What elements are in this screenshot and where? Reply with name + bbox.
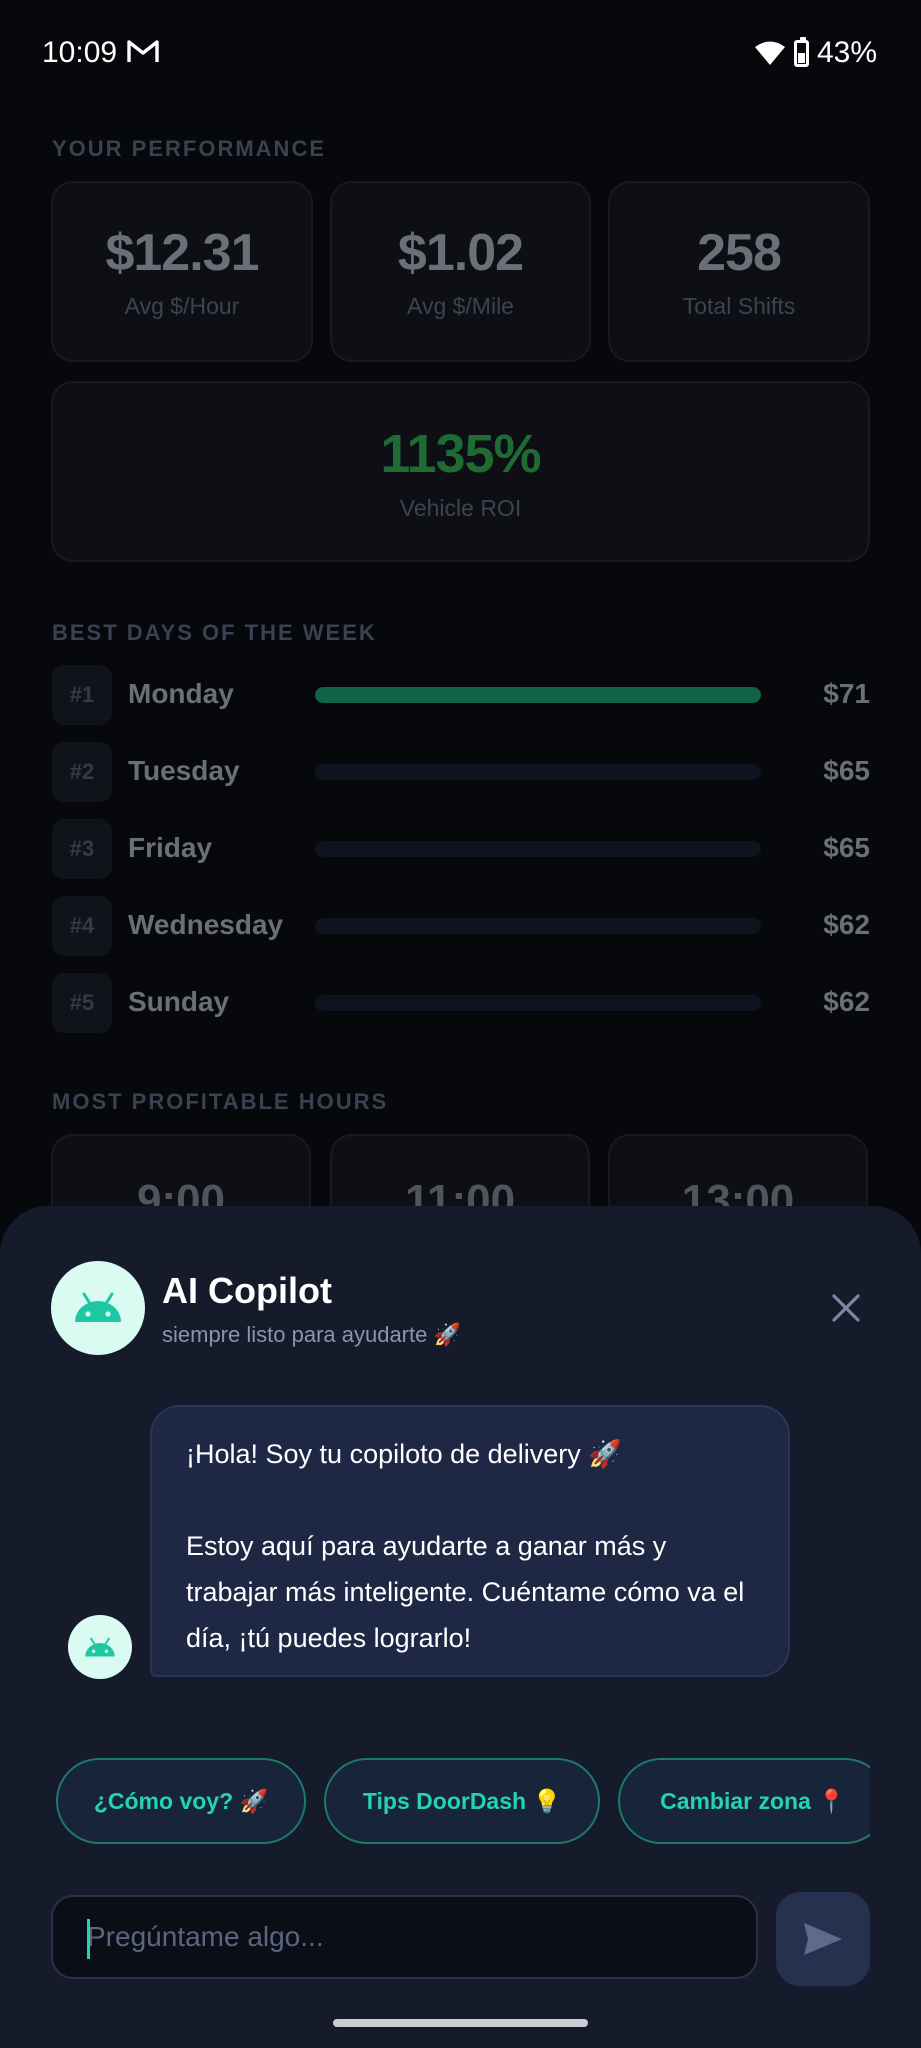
best-day-row: #5 Sunday $62	[52, 973, 870, 1033]
rank-badge: #5	[52, 973, 112, 1033]
rank-badge: #2	[52, 742, 112, 802]
day-name: Sunday	[128, 986, 230, 1017]
message-greeting: ¡Hola! Soy tu copiloto de delivery 🚀	[186, 1439, 622, 1469]
total-shifts-label: Total Shifts	[682, 293, 796, 319]
day-bar	[315, 841, 761, 857]
roi-value: 1135%	[380, 424, 541, 484]
chip-como-voy[interactable]: ¿Cómo voy? 🚀	[56, 1758, 306, 1844]
assistant-message-bubble: ¡Hola! Soy tu copiloto de delivery 🚀 Est…	[150, 1405, 790, 1677]
quick-reply-chips: ¿Cómo voy? 🚀 Tips DoorDash 💡 Cambiar zon…	[56, 1758, 870, 1848]
android-icon	[85, 1637, 115, 1656]
best-day-row: #1 Monday $71	[52, 665, 870, 725]
copilot-avatar	[51, 1261, 145, 1355]
avg-mile-label: Avg $/Mile	[407, 293, 514, 319]
chip-tips-doordash[interactable]: Tips DoorDash 💡	[324, 1758, 600, 1844]
assistant-avatar	[68, 1615, 132, 1679]
best-day-row: #4 Wednesday $62	[52, 896, 870, 956]
message-input[interactable]	[53, 1897, 756, 1977]
avg-mile-value: $1.02	[397, 224, 524, 282]
ai-copilot-sheet: AI Copilot siempre listo para ayudarte 🚀…	[0, 1206, 921, 2048]
day-amount: $71	[823, 678, 870, 709]
day-bar	[315, 918, 761, 934]
text-cursor	[87, 1919, 90, 1959]
send-button[interactable]	[776, 1892, 870, 1986]
day-amount: $62	[823, 909, 870, 940]
avg-mile-card: $1.02 Avg $/Mile	[330, 181, 591, 362]
avg-hour-label: Avg $/Hour	[124, 293, 240, 319]
day-name: Monday	[128, 678, 234, 709]
avg-hour-card: $12.31 Avg $/Hour	[51, 181, 313, 362]
rank-badge: #3	[52, 819, 112, 879]
copilot-title: AI Copilot	[162, 1270, 332, 1311]
avg-hour-value: $12.31	[105, 224, 259, 282]
message-body: Estoy aquí para ayudarte a ganar más y t…	[186, 1531, 745, 1653]
best-day-row: #3 Friday $65	[52, 819, 870, 879]
home-indicator[interactable]	[333, 2019, 588, 2027]
rank-badge: #4	[52, 896, 112, 956]
day-bar	[315, 995, 761, 1011]
performance-section-title: YOUR PERFORMANCE	[52, 136, 327, 161]
chip-cambiar-zona[interactable]: Cambiar zona 📍	[618, 1758, 870, 1844]
close-icon[interactable]	[826, 1288, 866, 1328]
day-amount: $65	[823, 832, 870, 863]
day-bar-fill	[315, 687, 761, 703]
day-amount: $62	[823, 986, 870, 1017]
day-name: Wednesday	[128, 909, 284, 940]
day-bar	[315, 687, 761, 703]
day-bar	[315, 764, 761, 780]
day-name: Tuesday	[128, 755, 240, 786]
roi-label: Vehicle ROI	[399, 495, 522, 521]
rank-badge: #1	[52, 665, 112, 725]
message-input-container	[51, 1895, 758, 1979]
copilot-subtitle: siempre listo para ayudarte 🚀	[162, 1322, 461, 1347]
total-shifts-card: 258 Total Shifts	[608, 181, 870, 362]
best-day-row: #2 Tuesday $65	[52, 742, 870, 802]
android-icon	[75, 1292, 121, 1322]
day-amount: $65	[823, 755, 870, 786]
day-name: Friday	[128, 832, 213, 863]
hours-section-title: MOST PROFITABLE HOURS	[52, 1089, 389, 1114]
best-days-section-title: BEST DAYS OF THE WEEK	[52, 620, 377, 645]
total-shifts-value: 258	[697, 224, 782, 282]
send-icon	[804, 1923, 842, 1955]
vehicle-roi-card: 1135% Vehicle ROI	[51, 381, 870, 562]
